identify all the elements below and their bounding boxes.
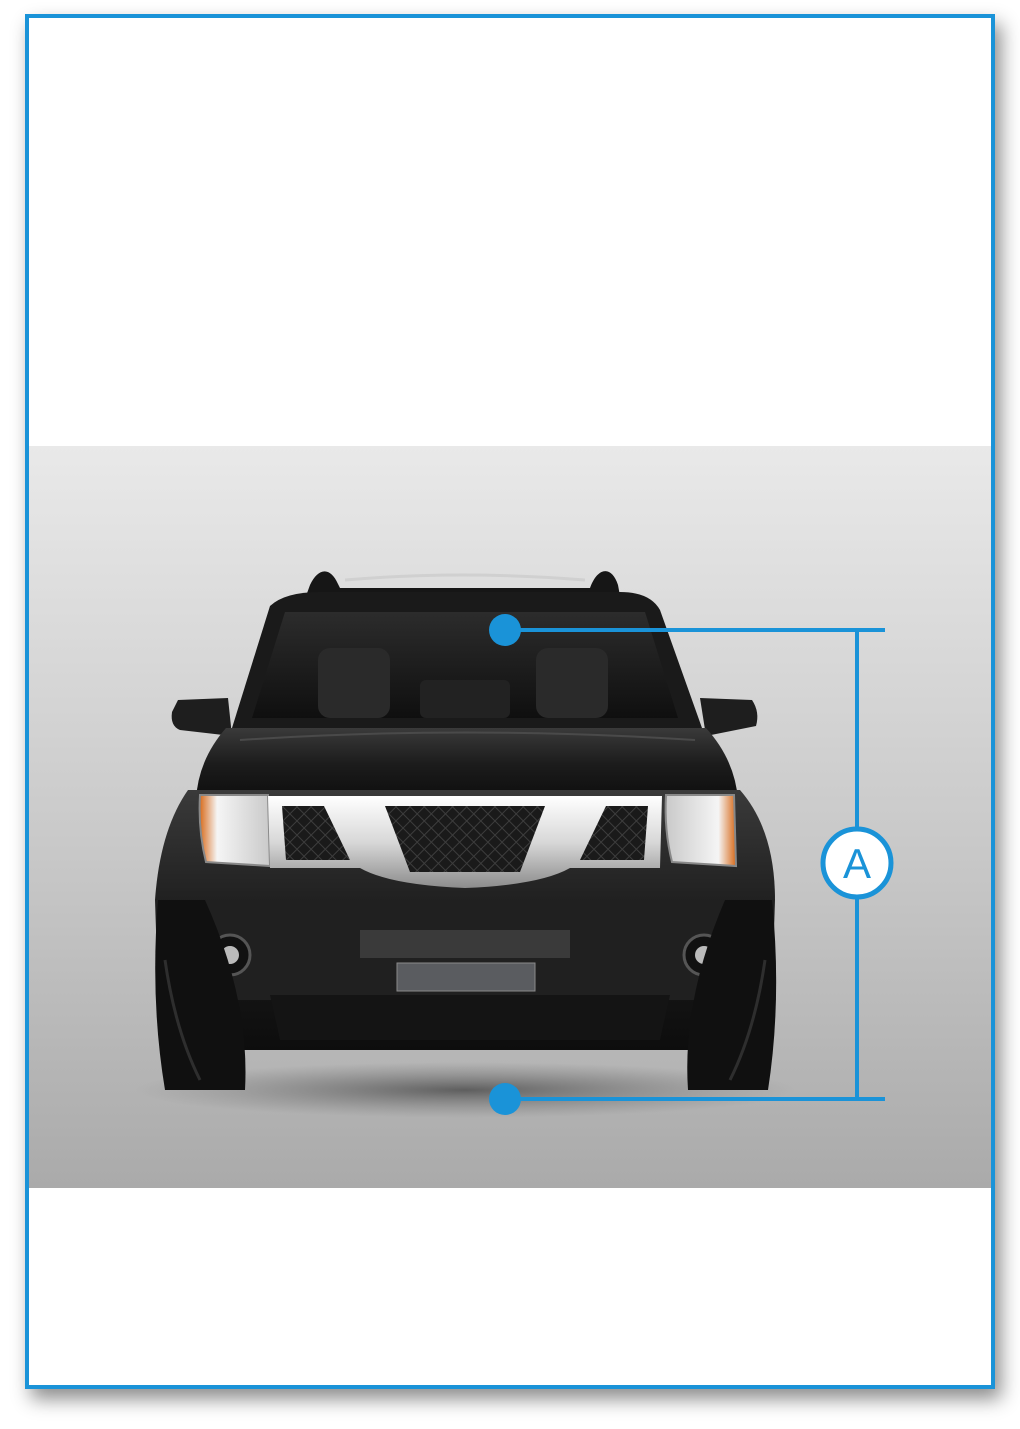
license-plate bbox=[396, 962, 536, 992]
left-headlight bbox=[198, 794, 272, 868]
right-mirror bbox=[700, 698, 758, 736]
center-grille-mesh bbox=[385, 806, 545, 872]
dimension-bottom-point bbox=[489, 1083, 521, 1115]
suv-front-view bbox=[155, 571, 777, 1090]
right-headlight bbox=[664, 794, 738, 868]
vehicle-height-diagram: A bbox=[135, 571, 894, 1118]
lower-valance bbox=[270, 995, 670, 1040]
dimension-top-point bbox=[489, 614, 521, 646]
bumper-intake bbox=[360, 930, 570, 958]
hood bbox=[196, 728, 738, 800]
dimension-label: A bbox=[843, 840, 871, 887]
left-mirror bbox=[171, 698, 232, 736]
